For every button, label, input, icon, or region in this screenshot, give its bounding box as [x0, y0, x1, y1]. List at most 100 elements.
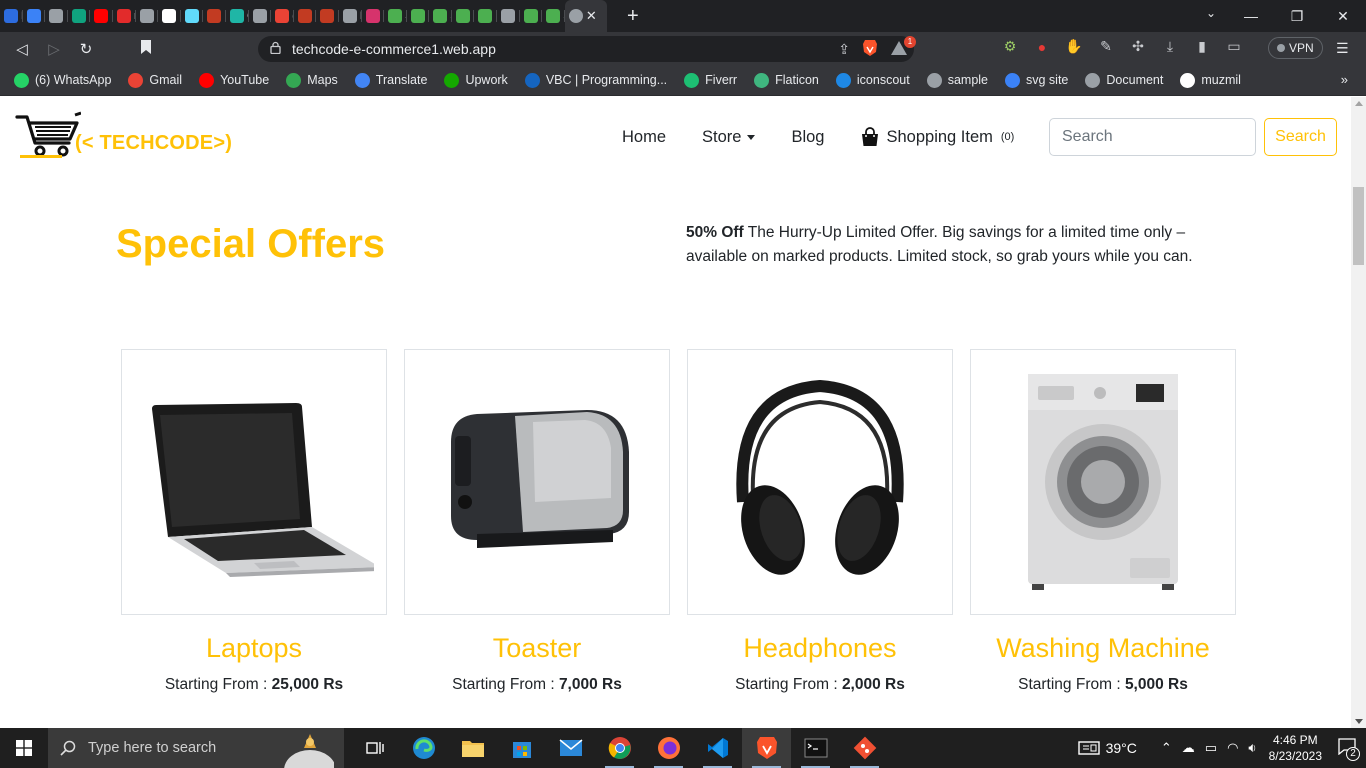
lock-icon[interactable] — [270, 41, 284, 57]
taskbar-store[interactable] — [497, 728, 546, 768]
browser-tab[interactable]: M — [158, 0, 181, 32]
browser-tab[interactable]: C — [23, 0, 45, 32]
browser-tab[interactable]: N — [339, 0, 362, 32]
bookmark-item[interactable]: Fiverr — [684, 72, 737, 88]
task-view-button[interactable] — [350, 728, 399, 768]
bookmark-item[interactable]: iconscout — [835, 72, 910, 88]
downloads-icon[interactable]: ⤓ — [1160, 38, 1180, 55]
site-logo[interactable]: (< TECHCODE>) — [15, 111, 232, 159]
scroll-down-arrow[interactable] — [1355, 719, 1363, 724]
browser-tab[interactable]: S — [452, 0, 474, 32]
tab-search-icon[interactable]: ⌄ — [1206, 6, 1216, 20]
browser-tab[interactable]: Si — [384, 0, 407, 32]
bookmark-item[interactable]: (6) WhatsApp — [14, 72, 111, 88]
product-card[interactable]: Headphones Starting From : 2,000 Rs — [687, 349, 953, 694]
browser-tab[interactable]: b — [90, 0, 113, 32]
bookmark-item[interactable]: sample — [926, 72, 988, 88]
nav-blog-link[interactable]: Blog — [791, 128, 824, 147]
headphones-image[interactable] — [687, 349, 953, 615]
bookmark-item[interactable]: Translate — [354, 72, 427, 88]
taskbar-file-explorer[interactable] — [448, 728, 497, 768]
vpn-button[interactable]: VPN — [1268, 37, 1323, 59]
nav-store-dropdown[interactable]: Store — [702, 128, 756, 147]
taskbar-chrome[interactable] — [595, 728, 644, 768]
more-bookmarks-button[interactable]: » — [1341, 72, 1348, 87]
volume-icon[interactable]: 🔉︎ — [1248, 740, 1256, 756]
brave-rewards-icon[interactable]: 1 — [890, 36, 916, 59]
scroll-up-arrow[interactable] — [1355, 101, 1363, 106]
back-button[interactable]: ◁ — [6, 40, 38, 58]
product-name[interactable]: Washing Machine — [970, 633, 1236, 664]
notification-center-button[interactable]: 2 — [1338, 737, 1360, 761]
product-card[interactable]: Laptops Starting From : 25,000 Rs — [121, 349, 387, 694]
browser-tab[interactable]: (n — [271, 0, 294, 32]
cloud-icon[interactable]: ☁ — [1182, 740, 1195, 756]
site-search-button[interactable]: Search — [1264, 118, 1337, 156]
bookmark-item[interactable]: Maps — [286, 72, 338, 88]
chevron-up-icon[interactable]: ⌃ — [1161, 740, 1172, 756]
browser-tab[interactable]: sa — [294, 0, 316, 32]
url-text[interactable]: techcode-e-commerce1.web.app — [292, 41, 496, 57]
washing-machine-image[interactable] — [970, 349, 1236, 615]
page-scrollbar[interactable] — [1351, 97, 1366, 728]
bookmark-item[interactable]: svg site — [1005, 72, 1068, 88]
taskbar-vscode[interactable] — [693, 728, 742, 768]
extension-picker-icon[interactable]: ✎ — [1096, 38, 1116, 55]
start-button[interactable] — [0, 728, 48, 768]
browser-tab[interactable]: P — [249, 0, 271, 32]
bookmark-item[interactable]: Gmail — [128, 72, 182, 88]
taskbar-brave[interactable] — [742, 728, 791, 768]
restore-button[interactable]: ❐ — [1274, 8, 1320, 25]
taskbar-search-box[interactable]: Type here to search — [48, 728, 344, 768]
browser-tab[interactable]: S — [520, 0, 542, 32]
browser-tab[interactable]: P — [136, 0, 158, 32]
taskbar-edge[interactable] — [399, 728, 448, 768]
product-card[interactable]: Washing Machine Starting From : 5,000 Rs — [970, 349, 1236, 694]
laptop-image[interactable] — [121, 349, 387, 615]
bookmark-icon[interactable] — [140, 40, 156, 57]
bookmark-item[interactable]: Upwork — [444, 72, 508, 88]
browser-tab[interactable]: st — [181, 0, 203, 32]
taskbar-git[interactable] — [840, 728, 889, 768]
browser-tab[interactable]: G — [226, 0, 249, 32]
browser-menu-icon[interactable]: ☰ — [1336, 40, 1349, 57]
close-tab-icon[interactable]: ✕ — [586, 8, 597, 24]
browser-tab[interactable]: S — [542, 0, 565, 32]
bookmark-item[interactable]: YouTube — [199, 72, 269, 88]
site-search-input[interactable] — [1049, 118, 1256, 156]
extensions-puzzle-icon[interactable]: ✣ — [1128, 38, 1148, 55]
nav-shopping-item-link[interactable]: Shopping Item (0) — [860, 127, 1014, 147]
nav-home-link[interactable]: Home — [622, 128, 666, 147]
extension-dev-icon[interactable]: ⚙ — [1000, 38, 1020, 55]
new-tab-button[interactable]: + — [621, 5, 645, 28]
wifi-icon[interactable]: ◠ — [1227, 740, 1238, 756]
active-browser-tab[interactable]: ✕ — [564, 0, 607, 32]
browser-tab[interactable]: in — [316, 0, 339, 32]
scroll-thumb[interactable] — [1353, 187, 1364, 265]
product-card[interactable]: Toaster Starting From : 7,000 Rs — [404, 349, 670, 694]
taskbar-terminal[interactable] — [791, 728, 840, 768]
bookmark-item[interactable]: VBC | Programming... — [524, 72, 667, 88]
browser-tab[interactable]: M — [0, 0, 23, 32]
bookmark-item[interactable]: Document — [1085, 72, 1163, 88]
product-name[interactable]: Laptops — [121, 633, 387, 664]
product-name[interactable]: Toaster — [404, 633, 670, 664]
product-name[interactable]: Headphones — [687, 633, 953, 664]
weather-widget[interactable]: 39°C — [1077, 739, 1137, 757]
taskbar-clock[interactable]: 4:46 PM 8/23/2023 — [1269, 732, 1322, 764]
browser-tab[interactable]: D — [497, 0, 520, 32]
browser-tab[interactable]: S — [474, 0, 497, 32]
bookmark-item[interactable]: Flaticon — [754, 72, 819, 88]
extension-block-icon[interactable]: ● — [1032, 39, 1052, 55]
extension-hand-icon[interactable]: ✋ — [1064, 38, 1084, 55]
taskbar-mail[interactable] — [546, 728, 595, 768]
address-bar[interactable]: techcode-e-commerce1.web.app ⇪ 1 — [258, 36, 916, 62]
close-window-button[interactable]: ✕ — [1320, 8, 1366, 25]
browser-tab[interactable]: re — [203, 0, 226, 32]
brave-shields-icon[interactable] — [862, 39, 878, 60]
minimize-button[interactable]: — — [1228, 8, 1274, 24]
browser-tab[interactable]: S — [407, 0, 429, 32]
sidebar-icon[interactable]: ▮ — [1192, 38, 1212, 55]
browser-tab[interactable]: S — [429, 0, 452, 32]
bookmark-item[interactable]: muzmil — [1180, 72, 1241, 88]
